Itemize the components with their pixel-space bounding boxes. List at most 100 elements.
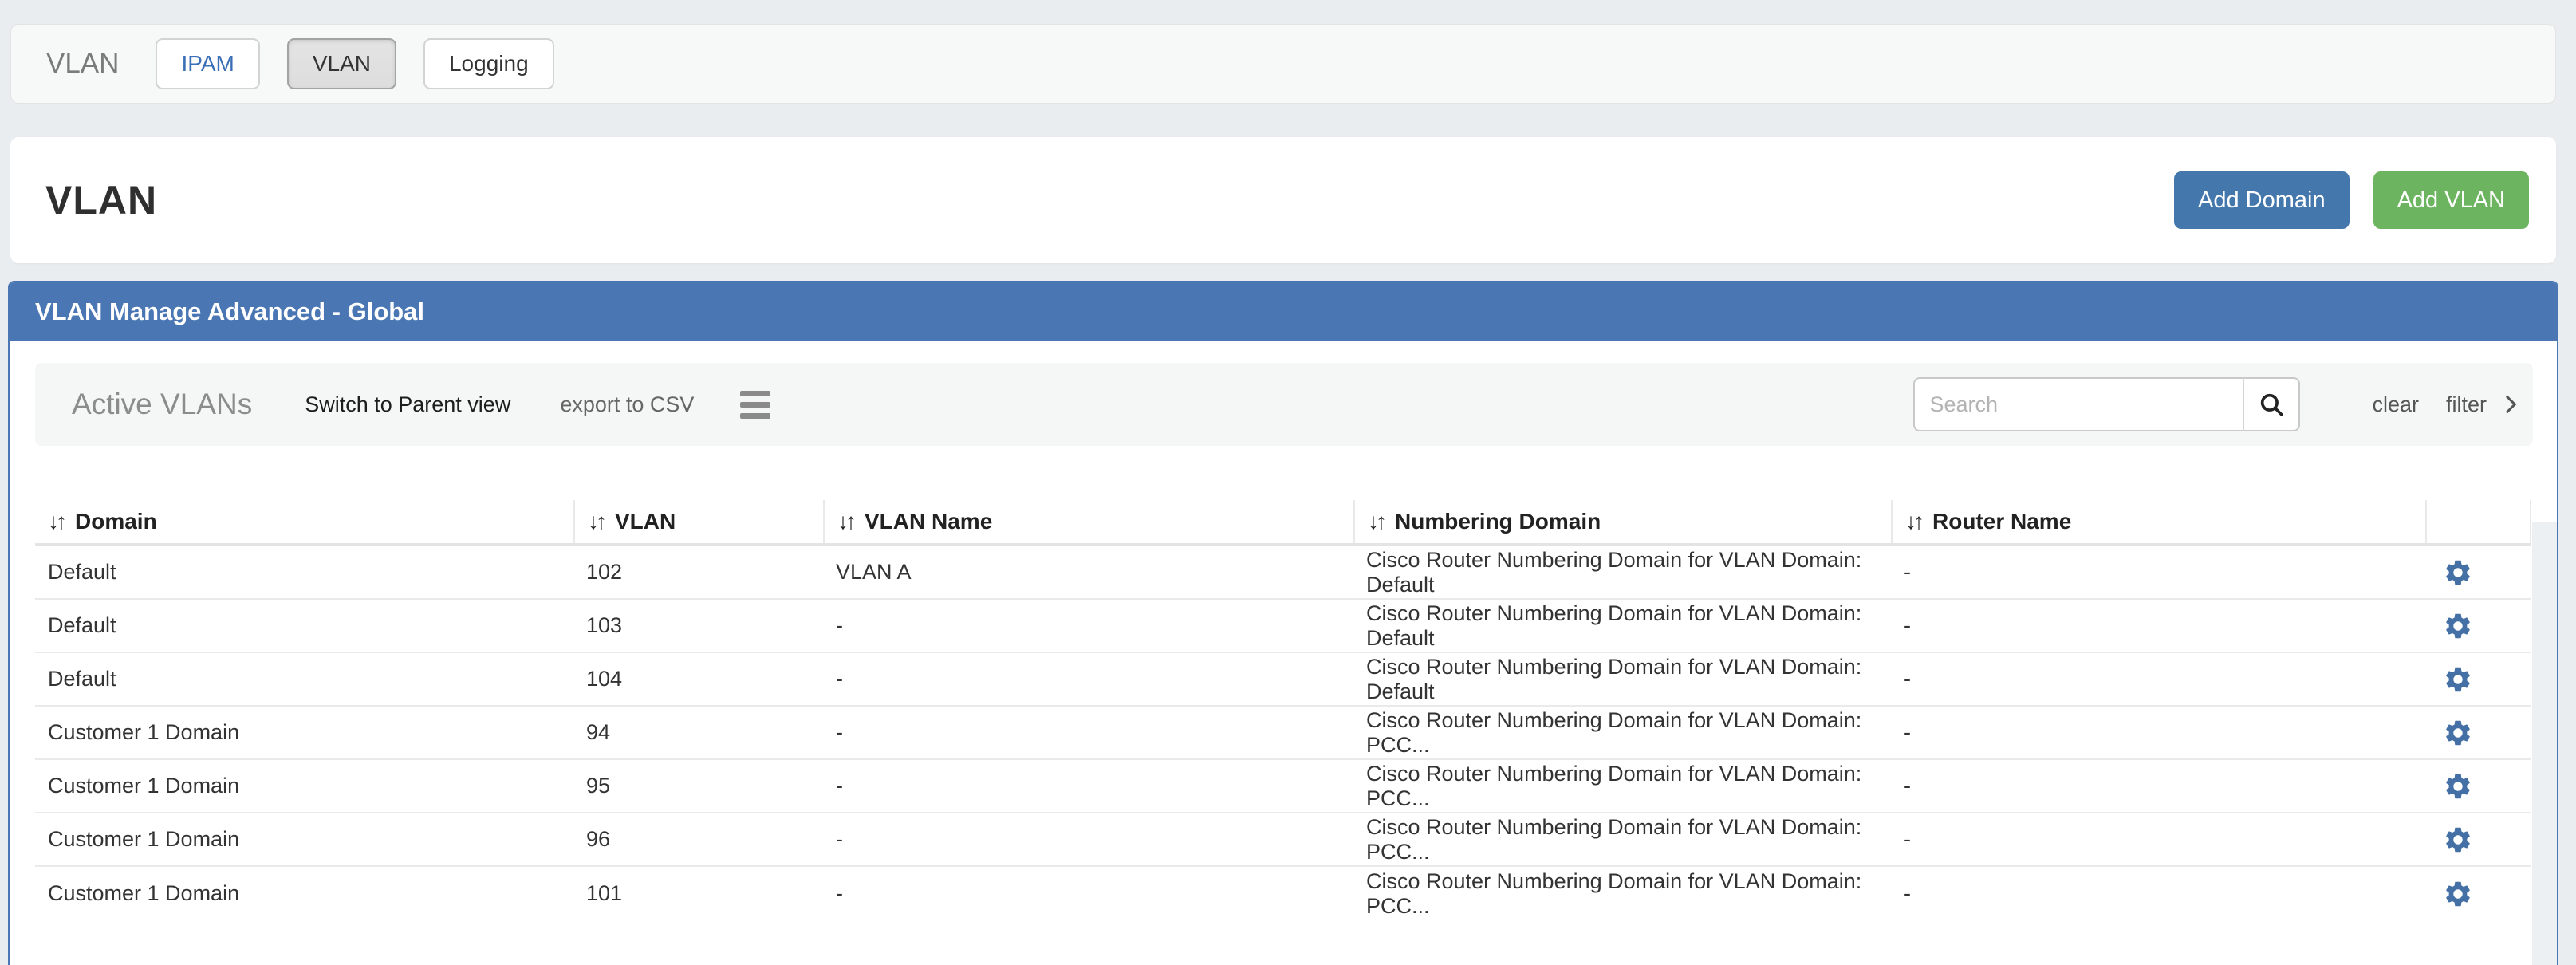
cell-numbering-domain: Cisco Router Numbering Domain for VLAN D…: [1353, 601, 1891, 651]
column-header-label: Domain: [75, 509, 157, 534]
cell-domain: Customer 1 Domain: [35, 881, 573, 906]
page-actions: Add Domain Add VLAN: [2174, 171, 2529, 229]
tab-vlan[interactable]: VLAN: [287, 38, 396, 89]
cell-vlan-name: -: [823, 827, 1353, 852]
vlan-table: ↓↑ Domain ↓↑ VLAN ↓↑ VLAN Name ↓↑: [35, 500, 2531, 920]
cell-numbering-domain: Cisco Router Numbering Domain for VLAN D…: [1353, 655, 1891, 704]
sort-icon: ↓↑: [588, 509, 607, 534]
top-nav-bar: VLAN IPAM VLAN Logging: [10, 24, 2556, 104]
cell-vlan-name: -: [823, 720, 1353, 745]
switch-parent-view-link[interactable]: Switch to Parent view: [305, 392, 510, 417]
cell-vlan-name: -: [823, 667, 1353, 691]
gear-icon[interactable]: [2443, 557, 2473, 588]
column-header-label: VLAN: [615, 509, 676, 534]
chevron-right-icon: [2499, 396, 2517, 414]
table-row: Default 104 - Cisco Router Numbering Dom…: [35, 653, 2531, 707]
cell-vlan: 96: [573, 827, 823, 852]
gear-icon[interactable]: [2443, 825, 2473, 855]
sort-icon: ↓↑: [1368, 509, 1387, 534]
cell-actions: [2425, 611, 2531, 641]
table-row: Customer 1 Domain 96 - Cisco Router Numb…: [35, 813, 2531, 867]
cell-actions: [2425, 718, 2531, 748]
search-input[interactable]: [1913, 377, 2244, 431]
add-domain-button[interactable]: Add Domain: [2174, 171, 2350, 229]
cell-vlan-name: VLAN A: [823, 560, 1353, 585]
table-row: Customer 1 Domain 95 - Cisco Router Numb…: [35, 760, 2531, 813]
tab-ipam[interactable]: IPAM: [156, 38, 259, 89]
column-header-label: Numbering Domain: [1395, 509, 1601, 534]
search-icon: [2258, 391, 2285, 418]
gear-icon[interactable]: [2443, 879, 2473, 909]
column-header-actions: [2425, 500, 2531, 543]
panel-body: Active VLANs Switch to Parent view expor…: [10, 363, 2557, 965]
cell-numbering-domain: Cisco Router Numbering Domain for VLAN D…: [1353, 708, 1891, 758]
cell-domain: Default: [35, 560, 573, 585]
tab-logging[interactable]: Logging: [423, 38, 554, 89]
panel-title: VLAN Manage Advanced - Global: [35, 297, 424, 326]
column-header[interactable]: ↓↑ Router Name: [1891, 500, 2425, 543]
cell-vlan: 94: [573, 720, 823, 745]
sort-icon: ↓↑: [1905, 509, 1924, 534]
cell-actions: [2425, 825, 2531, 855]
menu-icon[interactable]: [740, 391, 770, 419]
cell-domain: Default: [35, 613, 573, 638]
column-header[interactable]: ↓↑ Domain: [35, 500, 573, 543]
column-header[interactable]: ↓↑ VLAN: [573, 500, 823, 543]
cell-router-name: -: [1891, 667, 2425, 691]
cell-router-name: -: [1891, 720, 2425, 745]
export-csv-link[interactable]: export to CSV: [560, 392, 694, 417]
table-row: Customer 1 Domain 101 - Cisco Router Num…: [35, 867, 2531, 920]
gear-icon[interactable]: [2443, 771, 2473, 802]
column-header[interactable]: ↓↑ VLAN Name: [823, 500, 1353, 543]
page-title: VLAN: [45, 177, 157, 223]
table-header-row: ↓↑ Domain ↓↑ VLAN ↓↑ VLAN Name ↓↑: [35, 500, 2531, 546]
cell-numbering-domain: Cisco Router Numbering Domain for VLAN D…: [1353, 815, 1891, 865]
column-header-label: VLAN Name: [865, 509, 992, 534]
table-row: Customer 1 Domain 94 - Cisco Router Numb…: [35, 707, 2531, 760]
vlan-manage-panel: VLAN Manage Advanced - Global Active VLA…: [8, 281, 2558, 965]
cell-router-name: -: [1891, 774, 2425, 798]
table-row: Default 102 VLAN A Cisco Router Numberin…: [35, 546, 2531, 600]
search-button[interactable]: [2244, 377, 2300, 431]
cell-router-name: -: [1891, 560, 2425, 585]
add-vlan-button[interactable]: Add VLAN: [2373, 171, 2529, 229]
cell-vlan: 103: [573, 613, 823, 638]
cell-actions: [2425, 771, 2531, 802]
cell-numbering-domain: Cisco Router Numbering Domain for VLAN D…: [1353, 548, 1891, 597]
sort-icon: ↓↑: [48, 509, 67, 534]
cell-domain: Customer 1 Domain: [35, 827, 573, 852]
column-header[interactable]: ↓↑ Numbering Domain: [1353, 500, 1891, 543]
panel-header: VLAN Manage Advanced - Global: [10, 282, 2557, 341]
cell-actions: [2425, 557, 2531, 588]
cell-router-name: -: [1891, 881, 2425, 906]
cell-numbering-domain: Cisco Router Numbering Domain for VLAN D…: [1353, 869, 1891, 919]
gear-icon[interactable]: [2443, 664, 2473, 695]
clear-link[interactable]: clear: [2372, 392, 2419, 417]
sort-icon: ↓↑: [837, 509, 857, 534]
cell-vlan: 101: [573, 881, 823, 906]
cell-actions: [2425, 879, 2531, 909]
nav-tabs: IPAM VLAN Logging: [156, 38, 553, 89]
app-section-title: VLAN: [46, 48, 119, 80]
cell-router-name: -: [1891, 613, 2425, 638]
list-title: Active VLANs: [72, 388, 252, 421]
search-group: [1913, 377, 2300, 431]
table-body: Default 102 VLAN A Cisco Router Numberin…: [35, 546, 2531, 920]
table-row: Default 103 - Cisco Router Numbering Dom…: [35, 600, 2531, 653]
cell-vlan: 95: [573, 774, 823, 798]
cell-domain: Customer 1 Domain: [35, 774, 573, 798]
gear-icon[interactable]: [2443, 611, 2473, 641]
cell-numbering-domain: Cisco Router Numbering Domain for VLAN D…: [1353, 762, 1891, 811]
cell-domain: Customer 1 Domain: [35, 720, 573, 745]
cell-vlan-name: -: [823, 613, 1353, 638]
cell-vlan-name: -: [823, 774, 1353, 798]
gear-icon[interactable]: [2443, 718, 2473, 748]
cell-vlan: 104: [573, 667, 823, 691]
table-toolbar: Active VLANs Switch to Parent view expor…: [35, 363, 2533, 446]
cell-domain: Default: [35, 667, 573, 691]
cell-vlan-name: -: [823, 881, 1353, 906]
filter-link[interactable]: filter: [2446, 392, 2514, 417]
cell-actions: [2425, 664, 2531, 695]
cell-vlan: 102: [573, 560, 823, 585]
column-header-label: Router Name: [1932, 509, 2071, 534]
